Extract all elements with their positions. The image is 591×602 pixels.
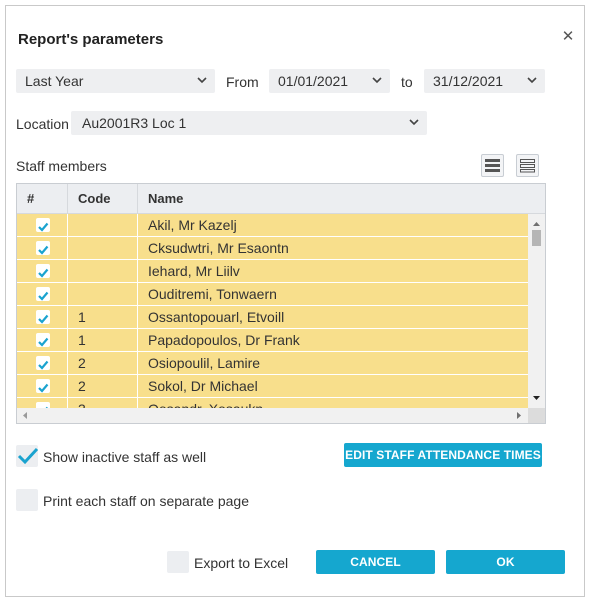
edit-attendance-button[interactable]: EDIT STAFF ATTENDANCE TIMES	[344, 443, 542, 467]
checkmark-icon	[38, 360, 49, 370]
to-date-dropdown[interactable]: 31/12/2021	[424, 69, 545, 93]
dialog-title: Report's parameters	[18, 31, 164, 48]
row-select-cell[interactable]	[17, 398, 68, 408]
name-cell: Cksudwtri, Mr Esaontn	[148, 240, 289, 256]
code-cell	[68, 237, 138, 259]
table-row[interactable]: Cksudwtri, Mr Esaontn	[17, 237, 528, 260]
column-header-code[interactable]: Code	[68, 184, 138, 213]
name-cell: Papadopoulos, Dr Frank	[148, 332, 300, 348]
cancel-button[interactable]: CANCEL	[316, 550, 435, 574]
table-row[interactable]: Ouditremi, Tonwaern	[17, 283, 528, 306]
print-separate-checkbox[interactable]	[16, 489, 38, 511]
row-checkbox[interactable]	[36, 333, 50, 347]
row-select-cell[interactable]	[17, 283, 68, 305]
row-select-cell[interactable]	[17, 237, 68, 259]
row-select-cell[interactable]	[17, 329, 68, 351]
chevron-down-icon	[409, 119, 419, 126]
code-cell	[68, 283, 138, 305]
list-outline-icon	[520, 159, 535, 173]
location-selected: Au2001R3 Loc 1	[82, 115, 187, 131]
grid-header: # Code Name	[17, 184, 545, 214]
to-date-value: 31/12/2021	[433, 73, 504, 89]
row-checkbox[interactable]	[36, 287, 50, 301]
to-label: to	[401, 74, 413, 90]
row-checkbox[interactable]	[36, 241, 50, 255]
row-select-cell[interactable]	[17, 375, 68, 397]
code-cell: 3	[68, 398, 138, 408]
row-checkbox[interactable]	[36, 379, 50, 393]
row-checkbox[interactable]	[36, 218, 50, 232]
code-cell	[68, 214, 138, 236]
code-cell: 1	[68, 306, 138, 328]
from-date-value: 01/01/2021	[278, 73, 349, 89]
table-row[interactable]: Iehard, Mr Liilv	[17, 260, 528, 283]
row-select-cell[interactable]	[17, 214, 68, 236]
table-row[interactable]: 2 Osiopoulil, Lamire	[17, 352, 528, 375]
code-cell: 2	[68, 375, 138, 397]
code-cell	[68, 260, 138, 282]
table-row[interactable]: 2 Sokol, Dr Michael	[17, 375, 528, 398]
deselect-all-button[interactable]	[516, 154, 539, 177]
staff-grid: # Code Name Akil, Mr Kazelj Cksudwtri, Mr…	[16, 183, 546, 424]
checkmark-icon	[38, 337, 49, 347]
row-select-cell[interactable]	[17, 306, 68, 328]
from-label: From	[226, 74, 259, 90]
checkmark-icon	[17, 447, 39, 465]
scroll-right-icon	[517, 412, 521, 419]
checkmark-icon	[38, 245, 49, 255]
name-cell: Osiopoulil, Lamire	[148, 355, 261, 371]
name-cell: Sokol, Dr Michael	[148, 378, 258, 394]
checkmark-icon	[38, 291, 49, 301]
ok-button[interactable]: OK	[446, 550, 565, 574]
column-header-name[interactable]: Name	[138, 184, 528, 213]
scroll-down-icon	[533, 396, 540, 400]
code-cell: 2	[68, 352, 138, 374]
period-selected: Last Year	[25, 73, 84, 89]
name-cell: Iehard, Mr Liilv	[148, 263, 240, 279]
export-excel-label: Export to Excel	[194, 555, 289, 571]
chevron-down-icon	[197, 77, 207, 84]
row-checkbox[interactable]	[36, 264, 50, 278]
export-excel-checkbox[interactable]	[167, 551, 189, 573]
row-checkbox[interactable]	[36, 356, 50, 370]
name-cell: Oosandr, Xosaukn	[138, 398, 528, 408]
show-inactive-label: Show inactive staff as well	[43, 449, 207, 465]
chevron-down-icon	[527, 77, 537, 84]
table-row[interactable]: 1 Ossantopouarl, Etvoill	[17, 306, 528, 329]
row-checkbox[interactable]	[36, 310, 50, 324]
table-row[interactable]: Akil, Mr Kazelj	[17, 214, 528, 237]
column-header-index[interactable]: #	[17, 184, 68, 213]
scroll-left-icon	[23, 412, 27, 419]
name-cell: Akil, Mr Kazelj	[148, 217, 237, 233]
select-all-button[interactable]	[481, 154, 504, 177]
staff-members-label: Staff members	[16, 158, 107, 174]
close-icon[interactable]: ✕	[561, 29, 575, 44]
vertical-scrollbar[interactable]	[528, 214, 545, 408]
report-parameters-dialog: Report's parameters ✕ Last Year From 01/…	[5, 5, 585, 597]
table-row[interactable]: 1 Papadopoulos, Dr Frank	[17, 329, 528, 352]
name-cell: Ossantopouarl, Etvoill	[148, 309, 285, 325]
period-dropdown[interactable]: Last Year	[16, 69, 215, 93]
from-date-dropdown[interactable]: 01/01/2021	[269, 69, 390, 93]
chevron-down-icon	[372, 77, 382, 84]
row-select-cell[interactable]	[17, 260, 68, 282]
name-cell: Ouditremi, Tonwaern	[148, 286, 277, 302]
scroll-thumb	[532, 230, 541, 246]
location-label: Location	[16, 116, 69, 132]
horizontal-scrollbar[interactable]	[17, 408, 528, 423]
scroll-up-icon	[533, 222, 540, 226]
location-dropdown[interactable]: Au2001R3 Loc 1	[71, 111, 427, 135]
grid-rows: Akil, Mr Kazelj Cksudwtri, Mr Esaontn Ieha…	[17, 214, 528, 408]
code-cell: 1	[68, 329, 138, 351]
table-row[interactable]: 3Oosandr, Xosaukn	[17, 398, 528, 408]
checkmark-icon	[38, 268, 49, 278]
show-inactive-checkbox[interactable]	[16, 445, 39, 467]
checkmark-icon	[38, 314, 49, 324]
checkmark-icon	[38, 383, 49, 393]
checkmark-icon	[38, 222, 49, 232]
scrollbar-corner	[528, 408, 545, 423]
row-select-cell[interactable]	[17, 352, 68, 374]
list-solid-icon	[485, 159, 500, 172]
print-separate-label: Print each staff on separate page	[43, 493, 249, 509]
